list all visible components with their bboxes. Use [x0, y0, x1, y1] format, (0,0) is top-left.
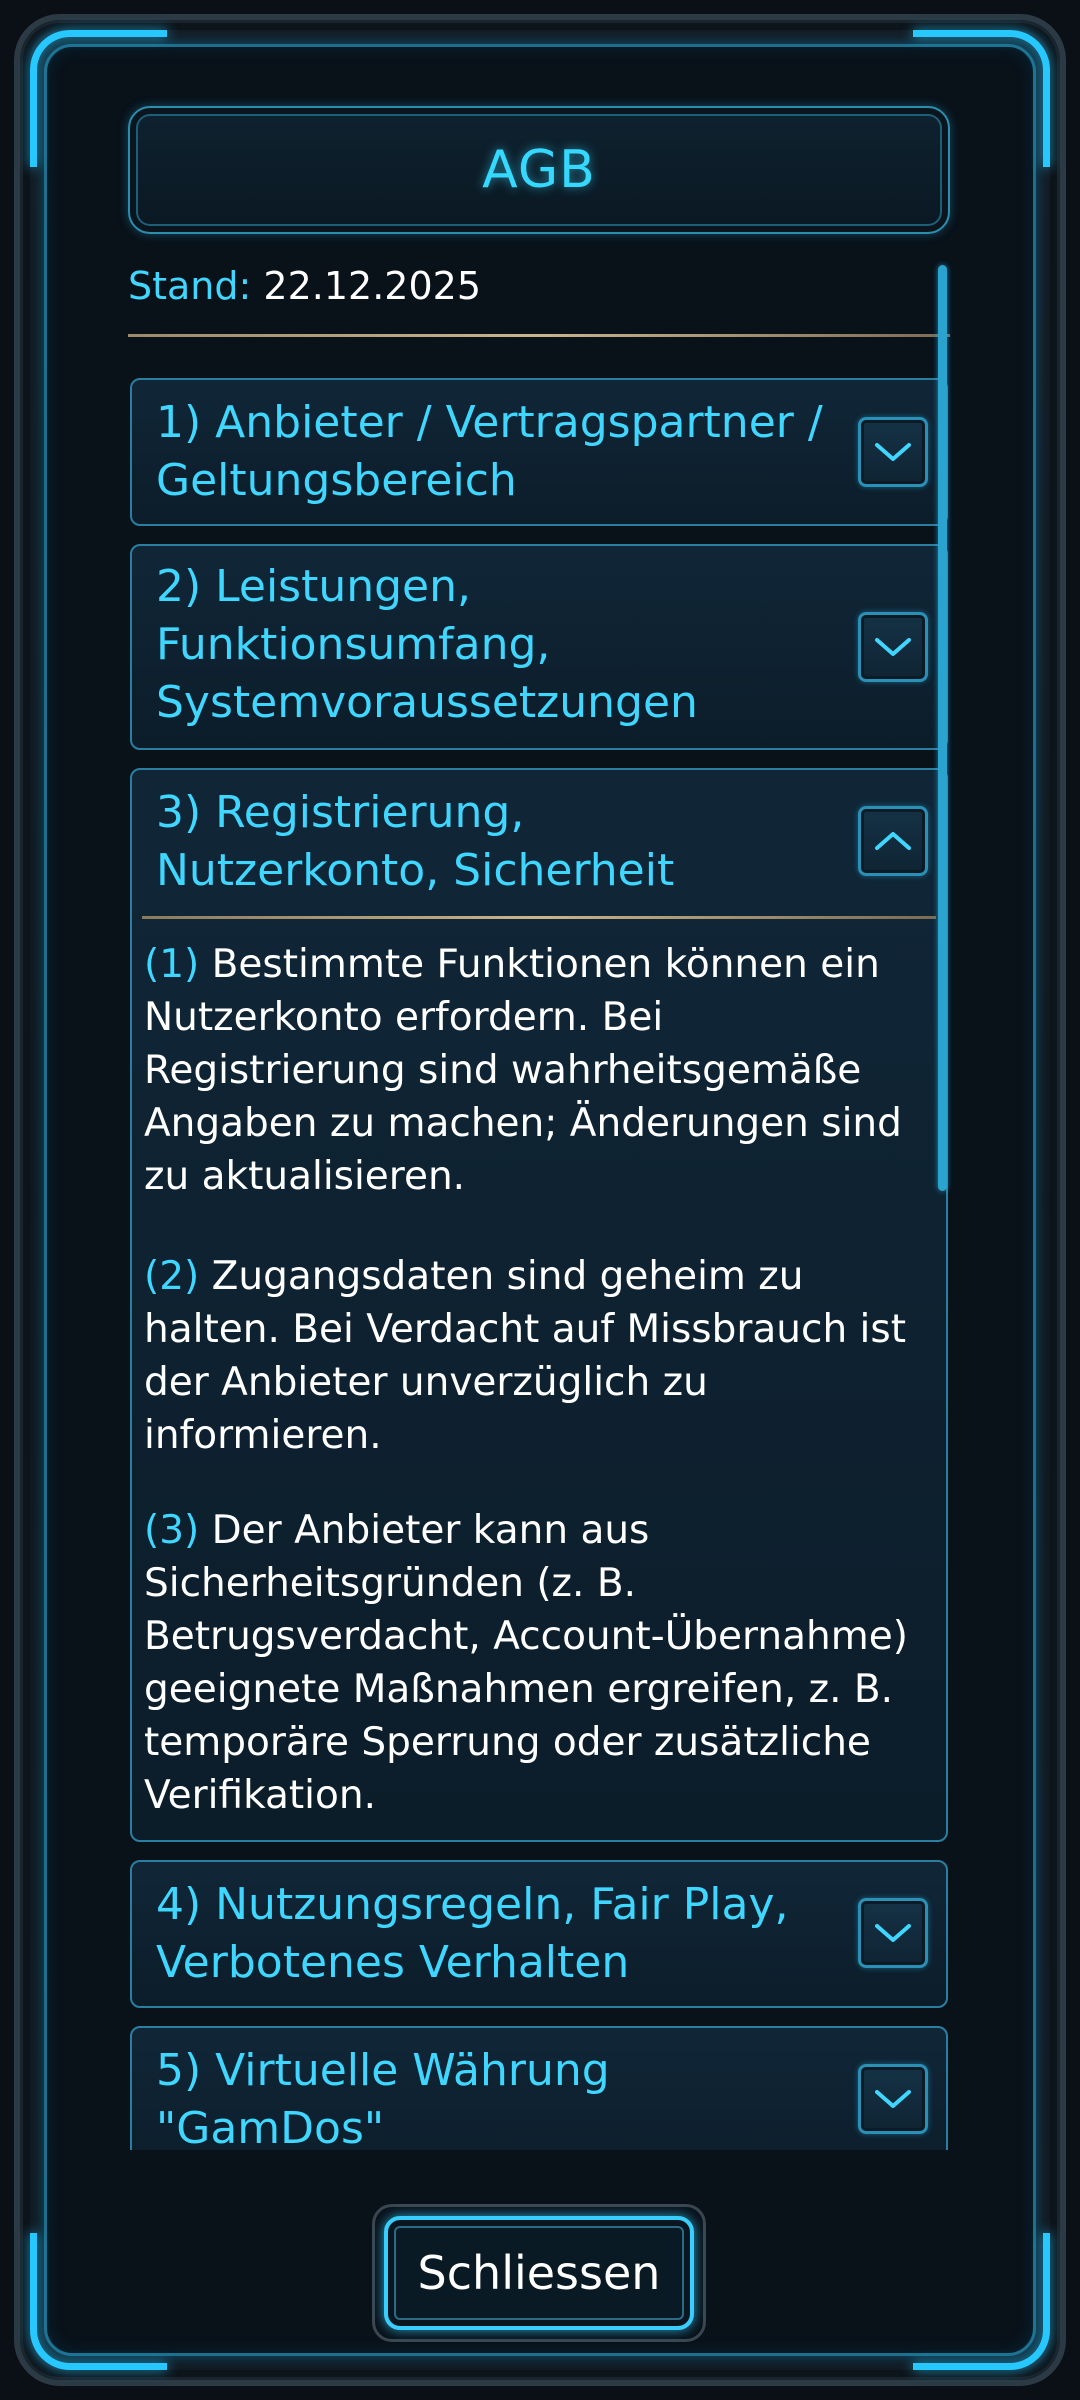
- section-1[interactable]: 1) Anbieter / Vertragspartner / Geltungs…: [130, 378, 948, 526]
- expand-button[interactable]: [858, 612, 928, 682]
- chevron-down-icon: [875, 638, 911, 656]
- section-5[interactable]: 5) Virtuelle Währung "GamDos": [130, 2026, 948, 2150]
- section-title[interactable]: 4) Nutzungsregeln, Fair Play, Verbotenes…: [156, 1876, 826, 1992]
- dialog-title: AGB: [482, 140, 596, 200]
- scrollbar-thumb[interactable]: [938, 265, 947, 1191]
- chevron-down-icon: [875, 2090, 911, 2108]
- section-3[interactable]: 3) Registrierung, Nutzerkonto, Sicherhei…: [130, 768, 948, 1842]
- frame-corner-bottom-right: [913, 2233, 1050, 2370]
- stand-label: Stand:: [128, 264, 252, 308]
- collapse-button[interactable]: [858, 806, 928, 876]
- stand-date: 22.12.2025: [263, 264, 481, 308]
- title-bar: AGB: [128, 106, 950, 234]
- section-2[interactable]: 2) Leistungen, Funktionsumfang, Systemvo…: [130, 544, 948, 750]
- paragraph-2: (2) Zugangsdaten sind geheim zu halten. …: [144, 1254, 907, 1458]
- section-divider: [142, 916, 936, 919]
- paragraph-1: (1) Bestimmte Funktionen können ein Nutz…: [144, 942, 902, 1199]
- expand-button[interactable]: [858, 417, 928, 487]
- divider: [128, 334, 950, 337]
- chevron-down-icon: [875, 443, 911, 461]
- section-title[interactable]: 5) Virtuelle Währung "GamDos": [156, 2042, 826, 2150]
- paragraph-3: (3) Der Anbieter kann aus Sicherheitsgrü…: [144, 1508, 908, 1818]
- section-title[interactable]: 3) Registrierung, Nutzerkonto, Sicherhei…: [156, 784, 826, 900]
- terms-content[interactable]: Stand: 22.12.2025 1) Anbieter / Vertrags…: [128, 250, 950, 2150]
- stand-line: Stand: 22.12.2025: [128, 264, 481, 308]
- chevron-down-icon: [875, 1924, 911, 1942]
- section-title[interactable]: 2) Leistungen, Funktionsumfang, Systemvo…: [156, 558, 826, 732]
- chevron-up-icon: [875, 832, 911, 850]
- frame-corner-bottom-left: [30, 2233, 167, 2370]
- close-button[interactable]: Schliessen: [384, 2216, 694, 2330]
- expand-button[interactable]: [858, 1898, 928, 1968]
- expand-button[interactable]: [858, 2064, 928, 2134]
- section-4[interactable]: 4) Nutzungsregeln, Fair Play, Verbotenes…: [130, 1860, 948, 2008]
- section-title[interactable]: 1) Anbieter / Vertragspartner / Geltungs…: [156, 394, 826, 510]
